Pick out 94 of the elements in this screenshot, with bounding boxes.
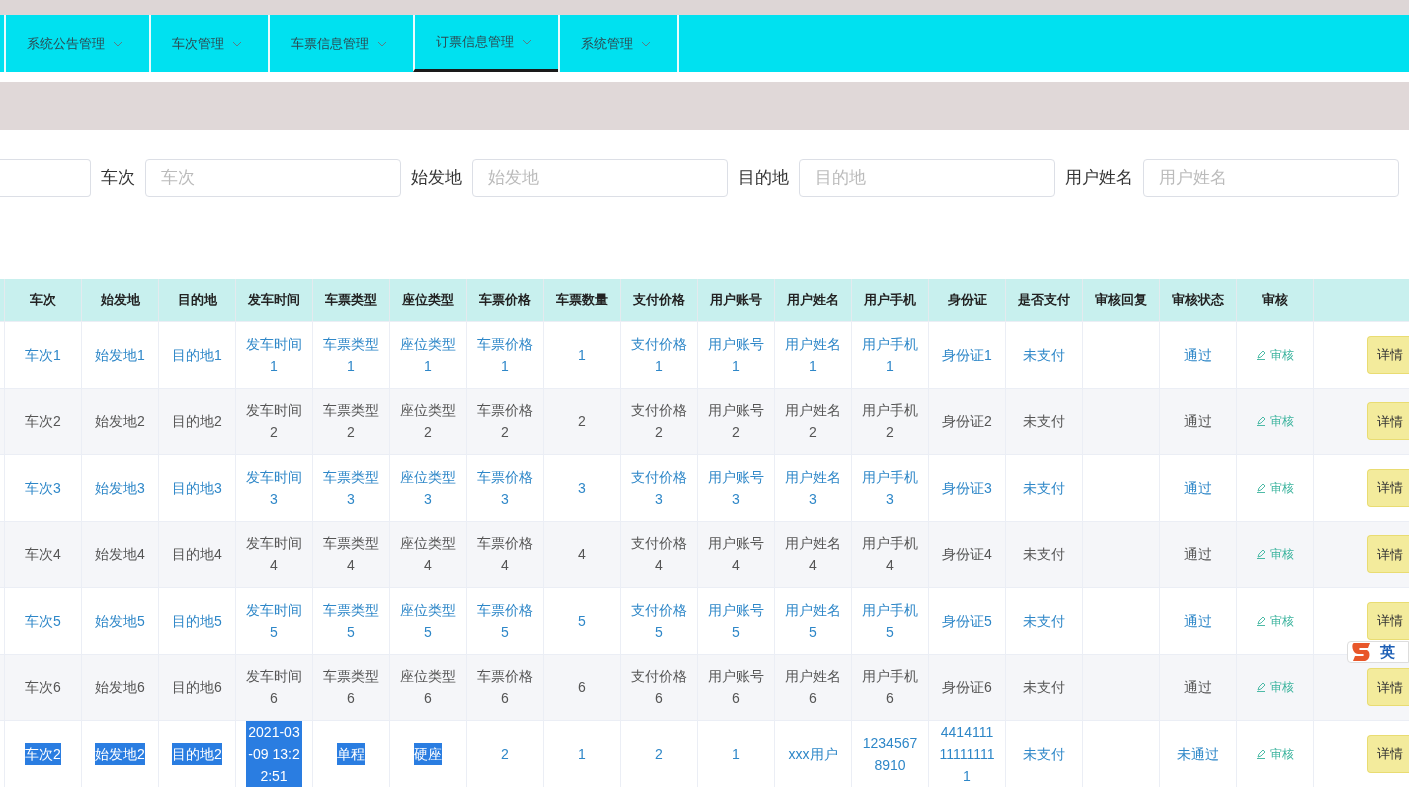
details-button[interactable]: 详情 xyxy=(1367,402,1409,441)
table-cell: 发车时间5 xyxy=(236,588,313,654)
table-cell: 1 xyxy=(544,322,621,388)
table-cell: 车票类型5 xyxy=(313,588,390,654)
table-cell: 用户手机1 xyxy=(852,322,929,388)
table-cell: 座位类型3 xyxy=(390,455,467,521)
table-cell: 身份证5 xyxy=(929,588,1006,654)
table-cell: xxx用户 xyxy=(775,721,852,787)
table-cell: 身份证1 xyxy=(929,322,1006,388)
table-cell: 单程 xyxy=(313,721,390,787)
field-label: 目的地 xyxy=(738,167,789,190)
table-cell: 车票类型1 xyxy=(313,322,390,388)
nav-menu-item[interactable]: 车票信息管理 xyxy=(268,15,413,72)
input-field[interactable] xyxy=(0,159,91,197)
pencil-icon xyxy=(1256,482,1266,493)
table-cell: 未支付 xyxy=(1006,455,1083,521)
table-cell: 未支付 xyxy=(1006,721,1083,787)
field-label: 始发地 xyxy=(411,167,462,190)
table-cell: 目的地2 xyxy=(159,721,236,787)
table-cell: 车次5 xyxy=(5,588,82,654)
table-cell: 未支付 xyxy=(1006,322,1083,388)
table-cell: 支付价格5 xyxy=(621,588,698,654)
table-cell: 车次3 xyxy=(5,455,82,521)
details-button[interactable]: 详情 xyxy=(1367,468,1409,507)
details-button[interactable]: 详情 xyxy=(1367,535,1409,574)
table-cell: 车次1 xyxy=(5,322,82,388)
pencil-icon xyxy=(1256,748,1266,759)
table-cell: 车票类型3 xyxy=(313,455,390,521)
details-button[interactable]: 详情 xyxy=(1367,668,1409,707)
table-cell: 车次2 xyxy=(5,721,82,787)
table-cell: 2 xyxy=(467,721,544,787)
pencil-icon xyxy=(1256,549,1266,560)
table-cell: 车票价格3 xyxy=(467,455,544,521)
table-cell: 目的地5 xyxy=(159,588,236,654)
table-cell: 3 xyxy=(544,455,621,521)
table-cell: 未通过 xyxy=(1160,721,1237,787)
nav-menu-item[interactable]: 订票信息管理 xyxy=(413,15,558,72)
table-cell: 硬座 xyxy=(390,721,467,787)
table-cell: 用户账号1 xyxy=(698,322,775,388)
table-cell: 支付价格1 xyxy=(621,322,698,388)
table-cell: 身份证3 xyxy=(929,455,1006,521)
table-cell: 发车时间3 xyxy=(236,455,313,521)
table-cell: 用户姓名1 xyxy=(775,322,852,388)
table-cell: 发车时间1 xyxy=(236,322,313,388)
ime-indicator[interactable]: 英 xyxy=(1347,641,1409,663)
table-cell: 12345678910 xyxy=(852,721,929,787)
table-cell: 车票价格5 xyxy=(467,588,544,654)
chevron-down-icon xyxy=(377,40,387,47)
table-cell: 用户账号3 xyxy=(698,455,775,521)
pencil-icon xyxy=(1256,349,1266,360)
table-cell: 座位类型5 xyxy=(390,588,467,654)
chevron-down-icon xyxy=(113,40,123,47)
table-cell: 始发地2 xyxy=(82,721,159,787)
table-cell: 车票价格1 xyxy=(467,322,544,388)
table-cell: 1 xyxy=(544,721,621,787)
input-field[interactable]: 车次 xyxy=(145,159,401,197)
details-button[interactable]: 详情 xyxy=(1367,734,1409,773)
table-cell: 未支付 xyxy=(1006,588,1083,654)
table-cell: 支付价格3 xyxy=(621,455,698,521)
table-cell: 通过 xyxy=(1160,455,1237,521)
chevron-down-icon xyxy=(522,39,532,45)
input-field[interactable]: 目的地 xyxy=(799,159,1055,197)
table-cell: 用户姓名5 xyxy=(775,588,852,654)
table-cell: 通过 xyxy=(1160,588,1237,654)
ime-mode-label: 英 xyxy=(1380,641,1395,662)
table-cell: 目的地1 xyxy=(159,322,236,388)
details-button[interactable]: 详情 xyxy=(1367,601,1409,640)
pencil-icon xyxy=(1256,416,1266,427)
table-cell: 用户手机5 xyxy=(852,588,929,654)
table-cell: 目的地3 xyxy=(159,455,236,521)
table-cell: 2 xyxy=(621,721,698,787)
table-cell: 用户账号5 xyxy=(698,588,775,654)
input-field[interactable]: 始发地 xyxy=(472,159,728,197)
chevron-down-icon xyxy=(641,40,651,47)
nav-menu-item[interactable]: 系统管理 xyxy=(558,15,677,72)
field-label: 车次 xyxy=(101,167,135,190)
table-cell: 用户姓名3 xyxy=(775,455,852,521)
nav-menu-item[interactable]: 系统公告管理 xyxy=(4,15,149,72)
table-cell: 座位类型1 xyxy=(390,322,467,388)
table-cell: 1 xyxy=(698,721,775,787)
table-cell: 通过 xyxy=(1160,322,1237,388)
input-field[interactable]: 用户姓名 xyxy=(1143,159,1399,197)
pencil-icon xyxy=(1256,615,1266,626)
table-cell: 始发地5 xyxy=(82,588,159,654)
table-cell: 5 xyxy=(544,588,621,654)
table-cell: 始发地3 xyxy=(82,455,159,521)
table-cell: 始发地1 xyxy=(82,322,159,388)
field-label: 用户姓名 xyxy=(1065,167,1133,190)
table-cell: 用户手机3 xyxy=(852,455,929,521)
details-button[interactable]: 详情 xyxy=(1367,335,1409,374)
table-cell: 4414111111111111 xyxy=(929,721,1006,787)
chevron-down-icon xyxy=(232,40,242,47)
pencil-icon xyxy=(1256,682,1266,693)
nav-menu-item[interactable]: 车次管理 xyxy=(149,15,268,72)
